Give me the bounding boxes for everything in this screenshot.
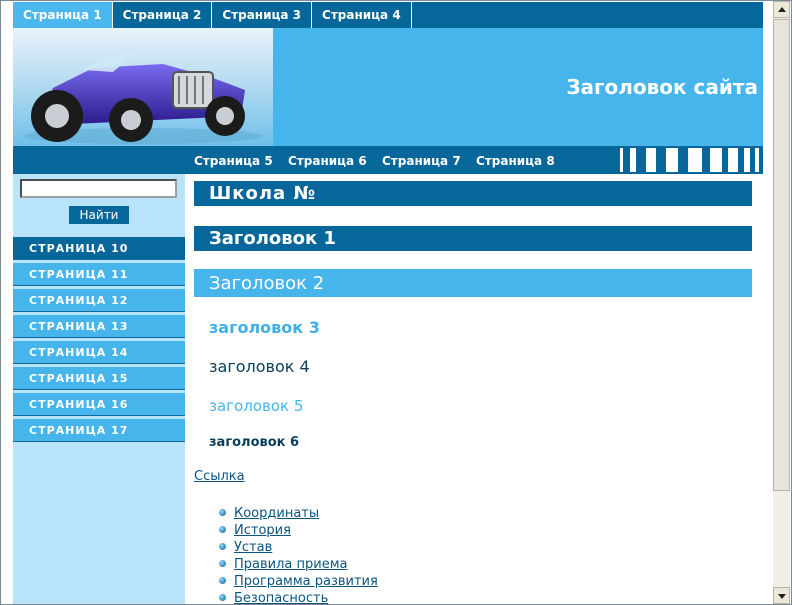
sidebar: Найти СТРАНИЦА 10 СТРАНИЦА 11 СТРАНИЦА 1…	[13, 174, 185, 604]
sidebar-item-page-15[interactable]: СТРАНИЦА 15	[13, 367, 185, 390]
search-button[interactable]: Найти	[69, 206, 129, 224]
site-header: Заголовок сайта	[13, 28, 763, 146]
list-item[interactable]: История	[218, 522, 378, 539]
tab-page-3[interactable]: Страница 3	[212, 2, 313, 28]
vertical-scrollbar[interactable]	[773, 1, 790, 604]
school-heading: Школа №	[194, 181, 752, 206]
list-item[interactable]: Программа развития	[218, 573, 378, 590]
main-content: Школа № Заголовок 1 Заголовок 2 заголово…	[185, 174, 763, 605]
blue-orb-bullet-icon	[219, 526, 226, 533]
tab-page-4[interactable]: Страница 4	[312, 2, 412, 28]
arrow-down-icon	[778, 594, 786, 599]
list-item[interactable]: Правила приема	[218, 556, 378, 573]
decorative-stripes	[620, 148, 759, 172]
scrollbar-thumb[interactable]	[773, 19, 790, 491]
blue-orb-bullet-icon	[219, 577, 226, 584]
heading-6: заголовок 6	[209, 435, 300, 450]
heading-1: Заголовок 1	[194, 226, 752, 251]
list-item[interactable]: Устав	[218, 539, 378, 556]
scroll-down-button[interactable]	[773, 587, 790, 604]
heading-2: Заголовок 2	[194, 269, 752, 297]
hot-rod-car-image	[13, 28, 273, 146]
sidebar-item-page-14[interactable]: СТРАНИЦА 14	[13, 341, 185, 364]
search-input[interactable]	[20, 179, 177, 198]
list-item[interactable]: Координаты	[218, 505, 378, 522]
heading-3: заголовок 3	[209, 318, 320, 337]
sidebar-item-page-11[interactable]: СТРАНИЦА 11	[13, 263, 185, 286]
blue-orb-bullet-icon	[219, 560, 226, 567]
top-nav: Страница 1 Страница 2 Страница 3 Страниц…	[13, 2, 763, 28]
sidebar-item-page-17[interactable]: СТРАНИЦА 17	[13, 419, 185, 442]
tab-page-6[interactable]: Страница 6	[288, 146, 367, 174]
site-title: Заголовок сайта	[566, 75, 758, 99]
tab-page-7[interactable]: Страница 7	[382, 146, 461, 174]
sidebar-item-page-10[interactable]: СТРАНИЦА 10	[13, 237, 185, 260]
link-list: Координаты История Устав Правила приема …	[218, 505, 378, 605]
heading-4: заголовок 4	[209, 357, 310, 376]
sample-link[interactable]: Ссылка	[194, 469, 245, 484]
heading-5: заголовок 5	[209, 397, 304, 415]
sidebar-item-page-12[interactable]: СТРАНИЦА 12	[13, 289, 185, 312]
scroll-up-button[interactable]	[773, 1, 790, 18]
arrow-up-icon	[778, 7, 786, 12]
tab-page-1[interactable]: Страница 1	[13, 2, 113, 28]
tab-page-2[interactable]: Страница 2	[113, 2, 213, 28]
sidebar-item-page-16[interactable]: СТРАНИЦА 16	[13, 393, 185, 416]
blue-orb-bullet-icon	[219, 594, 226, 601]
tab-page-5[interactable]: Страница 5	[194, 146, 273, 174]
blue-orb-bullet-icon	[219, 509, 226, 516]
sidebar-item-page-13[interactable]: СТРАНИЦА 13	[13, 315, 185, 338]
list-item[interactable]: Безопасность	[218, 590, 378, 605]
tab-page-8[interactable]: Страница 8	[476, 146, 555, 174]
blue-orb-bullet-icon	[219, 543, 226, 550]
secondary-nav: Страница 5 Страница 6 Страница 7 Страниц…	[13, 146, 763, 174]
